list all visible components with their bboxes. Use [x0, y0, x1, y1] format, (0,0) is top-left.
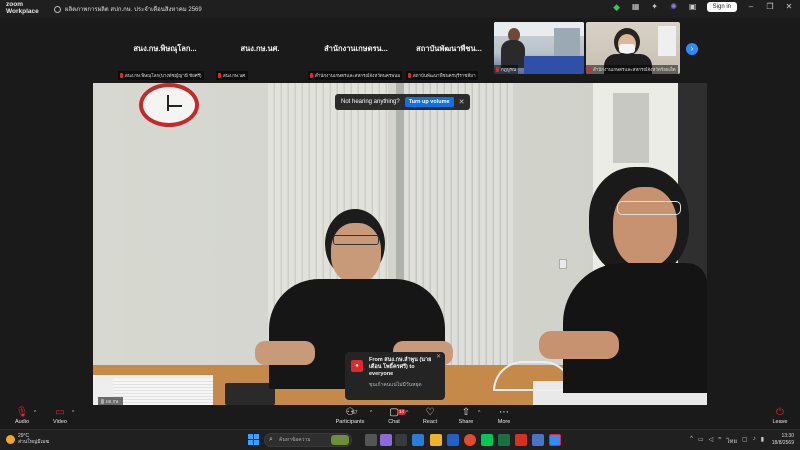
participant-label: สำนักงานเกษตรและสหกรณ์จังหวัดนครพนม — [308, 71, 403, 80]
wifi-icon[interactable]: ≈ — [718, 436, 721, 446]
copilot-icon[interactable] — [380, 434, 392, 446]
task-view-icon[interactable] — [365, 434, 377, 446]
participants-icon: ⚇ — [345, 407, 355, 418]
meeting-title: ผลิตภาพการผลิต สปก.กษ. ประจำเดือนสิงหาคม… — [54, 4, 202, 14]
language-indicator[interactable]: ไทย — [727, 436, 738, 446]
minimize-icon[interactable]: – — [746, 2, 756, 12]
battery-icon[interactable]: ▮ — [761, 436, 764, 446]
participant-tile[interactable]: สนง.กษ.พิษณุโลก... สนง.กษ.พิษณุโลก(นางพั… — [118, 23, 212, 80]
excel-icon[interactable] — [498, 434, 510, 446]
camera-icon[interactable]: ▭ — [698, 436, 704, 446]
close-icon[interactable]: ✕ — [784, 2, 794, 12]
participant-label: สนง.กษ.นศ. — [216, 71, 249, 80]
weather-widget[interactable]: 29°C ส่วนใหญ่มีเมฆ — [6, 433, 49, 445]
participant-strip: สนง.กษ.พิษณุโลก... สนง.กษ.พิษณุโลก(นางพั… — [0, 18, 800, 80]
store-icon[interactable] — [447, 434, 459, 446]
taskbar-search-input[interactable]: ⌕ ค้นหาข้อความ — [264, 433, 352, 447]
chat-notification[interactable]: ● From สนง.กษ.ลำพูน (นายเดือน โพธิ์ครศรี… — [345, 352, 445, 400]
heart-icon: ♡ — [425, 407, 435, 418]
sun-icon — [6, 434, 15, 444]
widgets-icon[interactable] — [395, 434, 407, 446]
participant-label: สำนักงานเกษตรและสหกรณ์จังหวัดร้อยเอ็ด — [586, 65, 678, 74]
participant-label: สนง.กษ.พิษณุโลก(นางพัชญ์ญานี ชัยศรี) — [118, 71, 204, 80]
info-icon[interactable] — [54, 5, 61, 13]
meeting-toolbar: 🎙 Audio ^ ▭ Video ^ ⚇ 67 Participants ^ … — [0, 405, 800, 429]
chevron-up-icon[interactable]: ^ — [690, 436, 693, 446]
participant-tile[interactable]: สนง.กษ.นศ. สนง.กษ.นศ. — [216, 23, 304, 80]
search-highlight-icon — [331, 435, 349, 445]
participant-video-tile[interactable]: สำนักงานเกษตรและสหกรณ์จังหวัดร้อยเอ็ด — [586, 22, 680, 74]
participants-button[interactable]: ⚇ 67 Participants — [330, 407, 370, 425]
react-button[interactable]: ♡ React — [412, 407, 448, 425]
avatar: ● — [351, 360, 363, 372]
chat-badge: 14 — [397, 409, 407, 415]
muted-mic-icon — [120, 73, 123, 78]
acrobat-icon[interactable] — [515, 434, 527, 446]
zoom-logo: zoom Workplace — [6, 1, 39, 15]
close-icon[interactable]: ✕ — [459, 98, 465, 106]
notes-icon[interactable]: ▣ — [688, 2, 698, 12]
title-bar: zoom Workplace ผลิตภาพการผลิต สปก.กษ. ปร… — [0, 0, 800, 18]
more-button[interactable]: ⋯ More — [486, 407, 522, 425]
participant-tile[interactable]: สำนักงานเกษตรน... สำนักงานเกษตรและสหกรณ์… — [308, 23, 404, 80]
participant-tile[interactable]: สถาบันพัฒนาพืชน... สถาบันพัฒนาพืชนครบุรี… — [406, 23, 492, 80]
chevron-up-icon[interactable]: ^ — [478, 410, 480, 416]
next-page-button[interactable]: › — [686, 43, 698, 55]
grid-view-icon[interactable]: ▦ — [631, 2, 641, 12]
windows-start-icon[interactable] — [248, 434, 259, 445]
more-icon: ⋯ — [499, 407, 509, 418]
maximize-icon[interactable]: ❐ — [765, 2, 775, 12]
close-icon[interactable]: ✕ — [436, 354, 441, 361]
muted-mic-icon — [588, 67, 591, 72]
chevron-up-icon[interactable]: ^ — [406, 410, 408, 416]
participant-video-tile[interactable]: กฎบูรณ — [494, 22, 584, 74]
file-explorer-icon[interactable] — [430, 434, 442, 446]
line-icon[interactable] — [481, 434, 493, 446]
audio-toast: Not hearing anything? Turn up volume ✕ — [335, 94, 471, 110]
muted-mic-icon — [218, 73, 221, 78]
windows-taskbar: 29°C ส่วนใหญ่มีเมฆ ⌕ ค้นหาข้อความ ^ ▭ ◁ … — [0, 429, 800, 450]
speaker-icon[interactable]: ♪ — [753, 436, 756, 446]
leave-icon: ⏻ — [776, 407, 784, 418]
display-icon[interactable]: ▢ — [742, 436, 748, 446]
turn-up-volume-button[interactable]: Turn up volume — [404, 97, 454, 107]
muted-mic-icon — [496, 67, 499, 72]
outlook-icon[interactable] — [532, 434, 544, 446]
system-tray: ^ ▭ ◁ ≈ ไทย ▢ ♪ ▮ — [690, 436, 764, 446]
edge-icon[interactable] — [412, 434, 424, 446]
system-clock[interactable]: 13:30 18/8/2569 — [772, 433, 794, 447]
chevron-up-icon[interactable]: ^ — [34, 410, 36, 416]
leave-button[interactable]: ⏻ Leave — [762, 407, 798, 425]
muted-mic-icon — [310, 73, 313, 78]
sign-in-button[interactable]: Sign in — [706, 2, 737, 12]
muted-mic-icon — [408, 73, 411, 78]
mic-icon — [101, 399, 104, 404]
volume-icon[interactable]: ◁ — [709, 436, 714, 446]
ai-companion-icon[interactable]: ✺ — [669, 2, 679, 12]
chevron-up-icon[interactable]: ^ — [370, 410, 372, 416]
wall-clock-icon — [139, 83, 199, 127]
participant-label: กฎบูรณ — [494, 65, 519, 74]
chevron-up-icon[interactable]: ^ — [72, 410, 74, 416]
search-icon: ⌕ — [269, 436, 273, 443]
magic-wand-icon[interactable]: ✦ — [650, 2, 660, 12]
participant-label: สถาบันพัฒนาพืชนครบุรีราชสีมา — [406, 71, 478, 80]
shield-icon[interactable]: ◆ — [612, 2, 622, 12]
chrome-icon[interactable] — [464, 434, 476, 446]
zoom-app-icon[interactable] — [549, 434, 561, 446]
